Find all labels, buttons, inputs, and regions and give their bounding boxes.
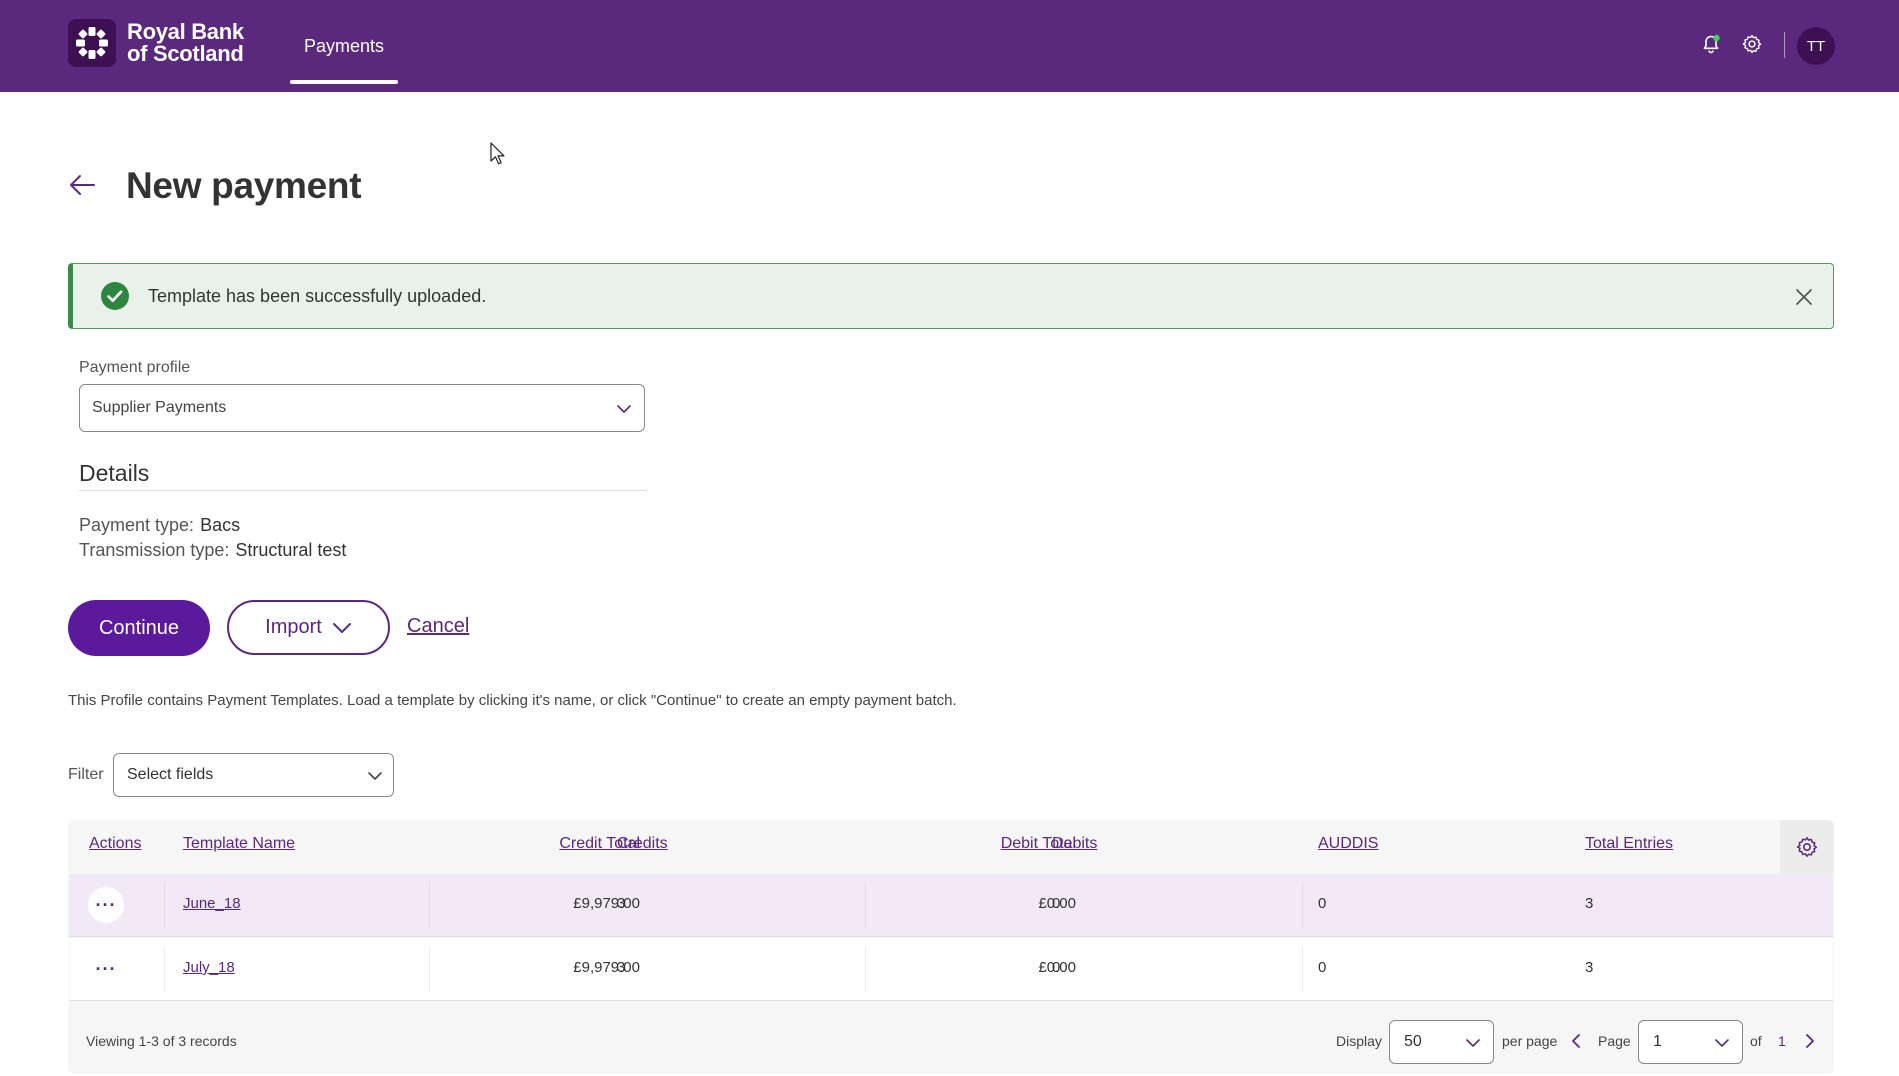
column-divider — [164, 946, 165, 993]
transmission-type-label: Transmission type: — [79, 540, 230, 560]
table-row[interactable]: ··· June_18 £9,979.00 3 £0.00 0 0 3 — [69, 874, 1833, 937]
column-header-credits[interactable]: Credits — [617, 835, 668, 853]
display-label: Display — [1336, 1033, 1382, 1049]
column-divider — [429, 882, 430, 929]
filter-select[interactable]: Select fields — [113, 753, 394, 797]
cancel-link[interactable]: Cancel — [407, 615, 469, 638]
user-avatar[interactable]: TT — [1797, 27, 1835, 65]
filter-select-value: Select fields — [127, 766, 214, 783]
of-label: of — [1750, 1033, 1762, 1049]
per-page-select[interactable]: 50 — [1389, 1020, 1494, 1064]
mouse-cursor-icon — [490, 142, 506, 171]
column-header-total-entries[interactable]: Total Entries — [1585, 835, 1673, 853]
chevron-down-icon — [332, 622, 351, 633]
header-divider — [1784, 32, 1785, 58]
chevron-down-icon — [368, 772, 382, 780]
payment-profile-select[interactable]: Supplier Payments — [79, 384, 645, 432]
payment-type-label: Payment type: — [79, 515, 195, 535]
continue-button[interactable]: Continue — [68, 600, 210, 656]
brand-name: Royal Bank of Scotland — [127, 21, 244, 65]
column-divider — [865, 946, 866, 993]
page-label: Page — [1598, 1033, 1631, 1049]
credits-cell: 3 — [617, 959, 626, 976]
payment-type-row: Payment type: Bacs — [79, 515, 240, 536]
import-button-label: Import — [265, 616, 322, 638]
close-icon[interactable] — [1793, 286, 1815, 308]
column-header-auddis[interactable]: AUDDIS — [1318, 835, 1378, 853]
chevron-left-icon[interactable] — [1569, 1032, 1583, 1050]
brand-logo[interactable]: Royal Bank of Scotland — [68, 19, 244, 67]
import-button[interactable]: Import — [227, 600, 390, 655]
table-row[interactable]: ··· July_18 £9,979.00 3 £0.00 0 0 3 — [69, 938, 1833, 1001]
column-header-debits[interactable]: Debits — [1052, 835, 1097, 853]
auddis-cell: 0 — [1318, 959, 1327, 976]
success-banner: Template has been successfully uploaded. — [68, 263, 1834, 329]
row-actions-menu-button[interactable]: ··· — [88, 887, 124, 923]
credits-cell: 3 — [617, 895, 626, 912]
column-divider — [164, 882, 165, 929]
column-divider — [429, 946, 430, 993]
table-settings-gear-icon[interactable] — [1780, 820, 1834, 874]
nav-tab-payments[interactable]: Payments — [290, 0, 398, 92]
column-divider — [1302, 946, 1303, 993]
templates-info-text: This Profile contains Payment Templates.… — [68, 692, 957, 709]
settings-gear-icon[interactable] — [1738, 30, 1766, 58]
brand-name-line2: of Scotland — [127, 41, 244, 66]
column-divider — [1302, 882, 1303, 929]
debits-cell: 0 — [1052, 895, 1061, 912]
column-divider — [865, 882, 866, 929]
per-page-value: 50 — [1404, 1033, 1422, 1050]
column-header-template-name[interactable]: Template Name — [183, 835, 295, 853]
row-actions-menu-button[interactable]: ··· — [88, 951, 124, 987]
transmission-type-value: Structural test — [235, 540, 347, 560]
back-arrow-icon[interactable] — [68, 172, 96, 198]
total-pages-link[interactable]: 1 — [1778, 1033, 1786, 1049]
banner-message: Template has been successfully uploaded. — [148, 286, 487, 306]
column-header-actions[interactable]: Actions — [89, 835, 141, 853]
per-page-label: per page — [1502, 1033, 1558, 1049]
transmission-type-row: Transmission type: Structural test — [79, 540, 346, 561]
chevron-down-icon — [1466, 1039, 1480, 1047]
page-title: New payment — [126, 165, 362, 206]
records-count-text: Viewing 1-3 of 3 records — [86, 1033, 237, 1049]
payment-type-value: Bacs — [200, 515, 241, 535]
template-name-link[interactable]: July_18 — [183, 959, 235, 976]
bell-icon[interactable] — [1697, 30, 1725, 58]
chevron-down-icon — [1715, 1039, 1729, 1047]
chevron-right-icon[interactable] — [1803, 1032, 1817, 1050]
details-heading: Details — [79, 460, 150, 486]
top-navigation-bar: Royal Bank of Scotland Payments TT — [0, 0, 1899, 92]
details-divider — [79, 490, 646, 491]
payment-profile-label: Payment profile — [79, 359, 191, 376]
total-entries-cell: 3 — [1585, 895, 1594, 912]
debits-cell: 0 — [1052, 959, 1061, 976]
brand-logo-mark — [68, 19, 116, 67]
chevron-down-icon — [617, 405, 631, 413]
success-check-icon — [101, 282, 129, 310]
brand-name-line1: Royal Bank — [127, 19, 244, 44]
notification-dot — [1713, 34, 1720, 42]
auddis-cell: 0 — [1318, 895, 1327, 912]
total-entries-cell: 3 — [1585, 959, 1594, 976]
page-select[interactable]: 1 — [1638, 1020, 1743, 1064]
page-select-value: 1 — [1653, 1033, 1662, 1050]
template-name-link[interactable]: June_18 — [183, 895, 241, 912]
payment-profile-value: Supplier Payments — [92, 399, 227, 416]
filter-label: Filter — [68, 766, 104, 783]
